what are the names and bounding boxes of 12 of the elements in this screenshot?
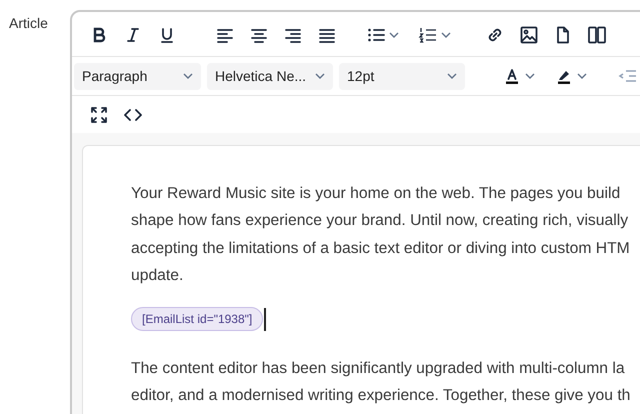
numbered-list-icon [418, 25, 438, 45]
image-icon [519, 25, 539, 45]
paragraph-text: The content editor has been significantly upgraded with multi-column la editor, and a modernised writing experience. Together, these give you th [131, 359, 632, 406]
shortcode-chip[interactable]: [EmailList id="1938"] [131, 307, 264, 332]
text-cursor [264, 308, 266, 331]
format-select[interactable]: Paragraph [74, 62, 201, 90]
fullscreen-icon [89, 104, 109, 124]
paragraph-text: Your Reward Music site is your home on the web. The pages you build shape how fans experience your brand. Until now, creating rich, visually accepting the limitations of a basic text editor or diving into custom HTM update. [131, 184, 631, 286]
field-label: Article [9, 15, 48, 31]
columns-icon [587, 25, 607, 45]
format-select[interactable]: Helvetica Ne... [207, 62, 333, 90]
format-select[interactable]: 12pt [339, 62, 465, 90]
